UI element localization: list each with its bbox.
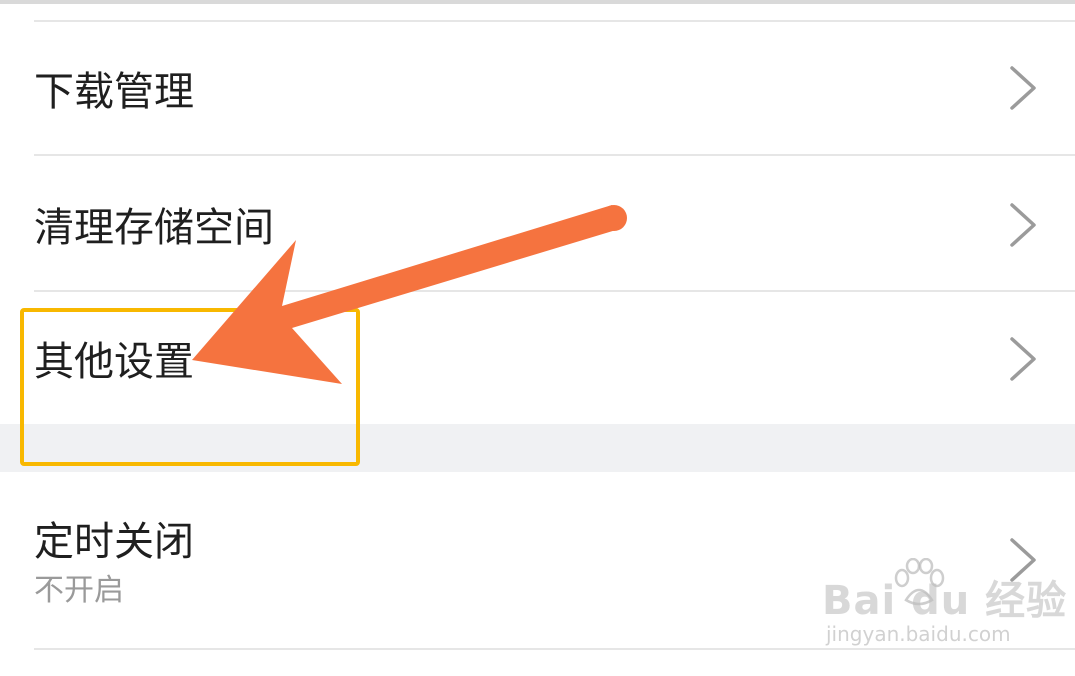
settings-item-download-manager[interactable]: 下载管理 xyxy=(0,22,1075,154)
chevron-right-icon xyxy=(1010,203,1036,247)
settings-screen: 下载管理 清理存储空间 其他设置 定时关闭 不开启 Bai du 经验 jing… xyxy=(0,0,1075,676)
watermark-logo-text: Bai du 经验 xyxy=(822,578,1068,624)
settings-item-label: 下载管理 xyxy=(34,69,194,115)
top-divider xyxy=(0,0,1075,4)
chevron-right-icon xyxy=(1010,337,1036,381)
annotation-highlight-box xyxy=(20,308,360,466)
chevron-right-icon xyxy=(1010,66,1036,110)
settings-item-clear-storage[interactable]: 清理存储空间 xyxy=(0,156,1075,290)
settings-item-label: 定时关闭 xyxy=(34,519,194,565)
settings-item-status: 不开启 xyxy=(34,573,124,608)
watermark-url: jingyan.baidu.com xyxy=(826,622,1011,646)
baidu-jingyan-watermark: Bai du 经验 jingyan.baidu.com xyxy=(822,558,1066,658)
settings-item-label: 清理存储空间 xyxy=(34,205,274,251)
